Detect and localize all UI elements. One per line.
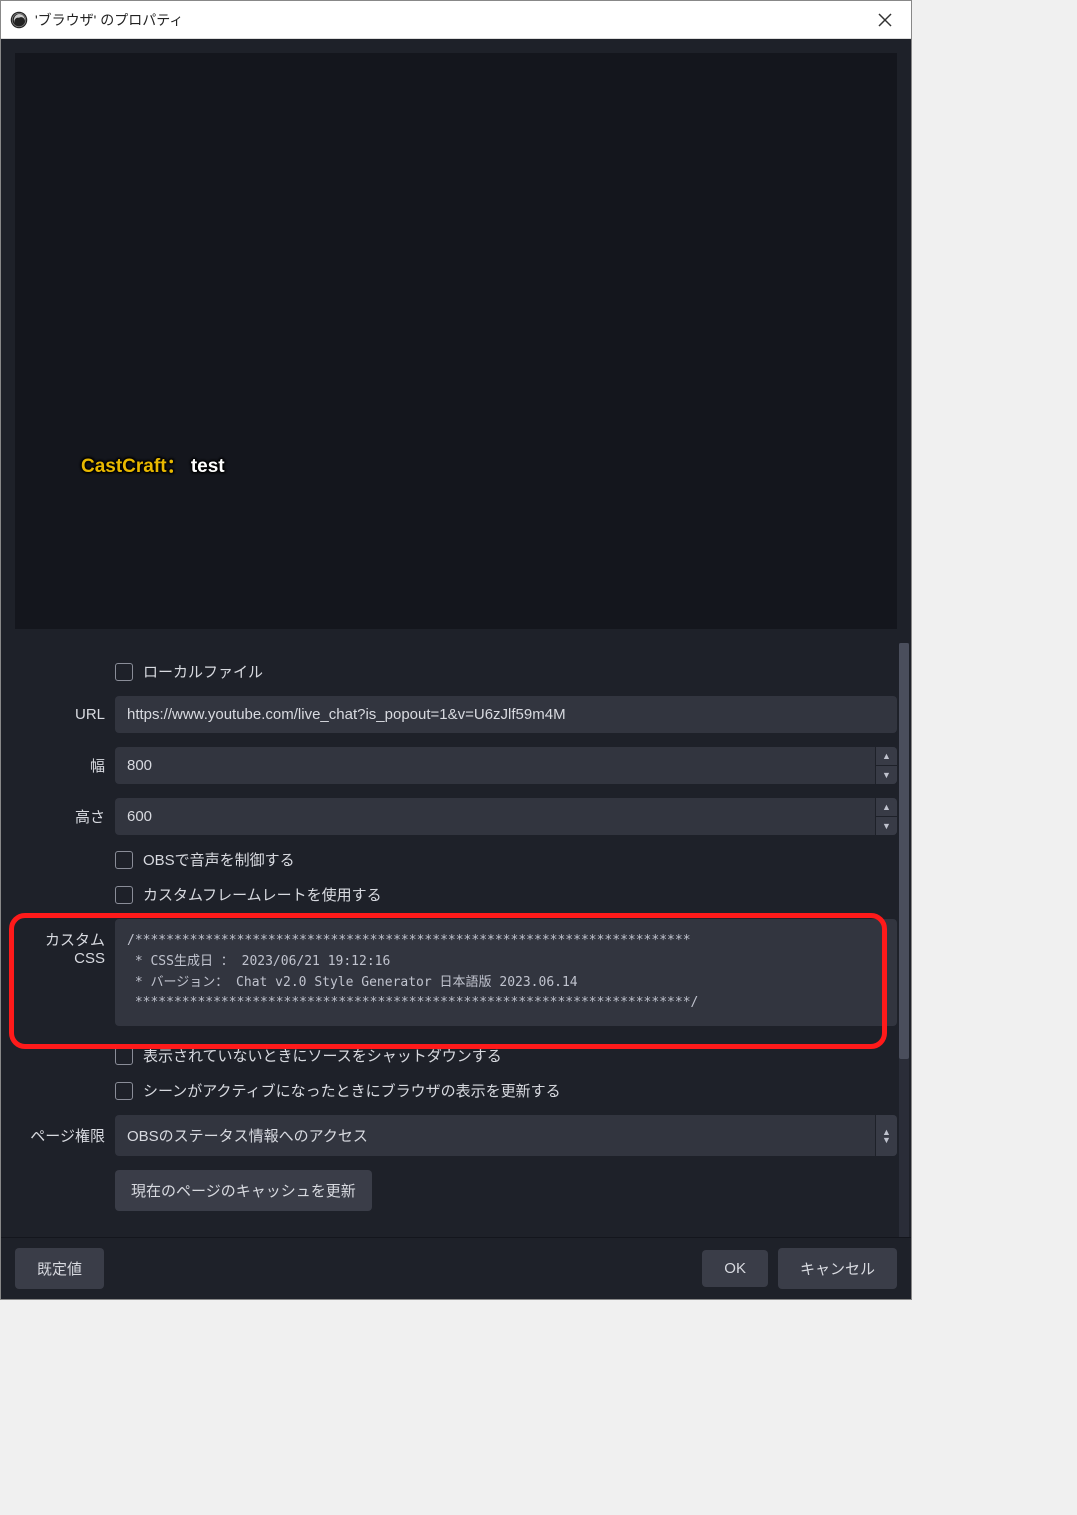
defaults-button[interactable]: 既定値 [15,1248,104,1289]
scrollbar-thumb[interactable] [899,643,909,1059]
browser-preview: CastCraft： test [15,53,897,629]
height-input[interactable] [115,798,875,835]
custom-fps-checkbox[interactable] [115,886,133,904]
width-input[interactable] [115,747,875,784]
local-file-label: ローカルファイル [143,661,263,682]
refresh-active-checkbox[interactable] [115,1082,133,1100]
width-row: 幅 ▲ ▼ [15,747,897,784]
width-up-icon[interactable]: ▲ [876,747,897,766]
obs-audio-checkbox[interactable] [115,851,133,869]
shutdown-checkbox[interactable] [115,1047,133,1065]
preview-message: test [191,456,225,477]
ok-button[interactable]: OK [702,1250,768,1287]
local-file-row: ローカルファイル [115,661,897,682]
preview-chat-line: CastCraft： test [81,451,225,478]
height-label: 高さ [15,806,115,827]
refresh-active-row: シーンがアクティブになったときにブラウザの表示を更新する [115,1080,897,1101]
footer: 既定値 OK キャンセル [1,1237,911,1299]
refresh-cache-button[interactable]: 現在のページのキャッシュを更新 [115,1170,372,1211]
width-label: 幅 [15,755,115,776]
obs-audio-label: OBSで音声を制御する [143,849,295,870]
width-down-icon[interactable]: ▼ [876,766,897,784]
shutdown-label: 表示されていないときにソースをシャットダウンする [143,1045,502,1066]
shutdown-row: 表示されていないときにソースをシャットダウンする [115,1045,897,1066]
preview-author: CastCraft： [81,456,186,477]
custom-css-textarea[interactable]: /***************************************… [115,919,897,1026]
refresh-active-label: シーンがアクティブになったときにブラウザの表示を更新する [143,1080,561,1101]
url-row: URL [15,696,897,733]
properties-window: 'ブラウザ' のプロパティ CastCraft： test ローカルファイル U… [0,0,912,1300]
close-button[interactable] [867,6,903,34]
updown-icon[interactable]: ▲ ▼ [875,1115,897,1156]
height-row: 高さ ▲ ▼ [15,798,897,835]
custom-fps-label: カスタムフレームレートを使用する [143,884,382,905]
height-down-icon[interactable]: ▼ [876,817,897,835]
height-up-icon[interactable]: ▲ [876,798,897,817]
window-title: 'ブラウザ' のプロパティ [35,10,867,30]
form-area: ローカルファイル URL 幅 ▲ ▼ [1,643,911,1237]
content-area: CastCraft： test ローカルファイル URL 幅 [1,39,911,1299]
custom-css-label: カスタム CSS [15,919,115,967]
page-permission-row: ページ権限 OBSのステータス情報へのアクセス ▲ ▼ [15,1115,897,1156]
local-file-checkbox[interactable] [115,663,133,681]
scrollbar[interactable] [899,643,909,1237]
obs-icon [9,10,29,30]
page-permission-label: ページ権限 [15,1125,115,1146]
obs-audio-row: OBSで音声を制御する [115,849,897,870]
refresh-cache-row: 現在のページのキャッシュを更新 [15,1170,897,1211]
url-input[interactable] [115,696,897,733]
titlebar: 'ブラウザ' のプロパティ [1,1,911,39]
custom-css-row: カスタム CSS /******************************… [15,919,897,1031]
page-permission-select[interactable]: OBSのステータス情報へのアクセス [115,1115,875,1156]
custom-fps-row: カスタムフレームレートを使用する [115,884,897,905]
cancel-button[interactable]: キャンセル [778,1248,897,1289]
url-label: URL [15,706,115,723]
